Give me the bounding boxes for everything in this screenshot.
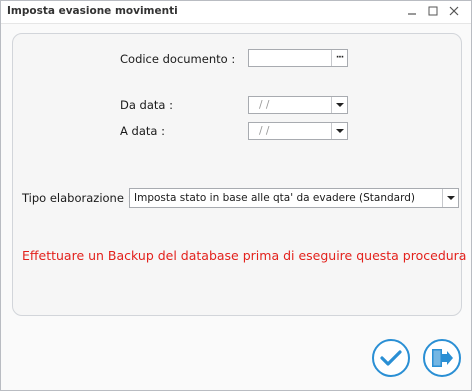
window-title: Imposta evasione movimenti <box>7 5 178 17</box>
chevron-down-icon <box>335 129 344 133</box>
da-data-dropdown-button[interactable] <box>331 97 347 113</box>
maximize-icon <box>428 6 438 16</box>
form-panel <box>12 33 462 316</box>
title-bar: Imposta evasione movimenti <box>1 1 471 24</box>
chevron-down-icon <box>446 196 455 200</box>
a-data-dropdown-button[interactable] <box>331 123 347 139</box>
minimize-button[interactable] <box>403 2 421 20</box>
a-data-date-picker[interactable]: / / <box>248 122 348 140</box>
da-data-label: Da data : <box>120 98 173 112</box>
codice-documento-input[interactable]: ··· <box>248 49 348 67</box>
a-data-value: / / <box>259 125 270 137</box>
minimize-icon <box>408 13 416 15</box>
tipo-elaborazione-label: Tipo elaborazione : <box>22 191 132 205</box>
da-data-value: / / <box>259 99 270 111</box>
ellipsis-icon: ··· <box>335 53 344 63</box>
exit-button[interactable] <box>423 339 461 377</box>
da-data-date-picker[interactable]: / / <box>248 96 348 114</box>
tipo-elaborazione-dropdown-button[interactable] <box>442 189 458 207</box>
tipo-elaborazione-value: Imposta stato in base alle qta' da evade… <box>134 192 415 204</box>
tipo-elaborazione-select[interactable]: Imposta stato in base alle qta' da evade… <box>129 188 459 208</box>
maximize-button[interactable] <box>424 2 442 20</box>
close-button[interactable] <box>445 2 463 20</box>
checkmark-icon <box>380 350 402 366</box>
a-data-label: A data : <box>120 124 165 138</box>
chevron-down-icon <box>335 103 344 107</box>
exit-door-icon <box>432 349 453 367</box>
dialog-window: Imposta evasione movimenti Codice docume… <box>0 0 472 391</box>
backup-warning-text: Effettuare un Backup del database prima … <box>22 248 467 263</box>
browse-button[interactable]: ··· <box>331 50 347 66</box>
close-icon <box>449 6 459 16</box>
codice-documento-label: Codice documento : <box>120 52 236 66</box>
confirm-button[interactable] <box>372 339 410 377</box>
